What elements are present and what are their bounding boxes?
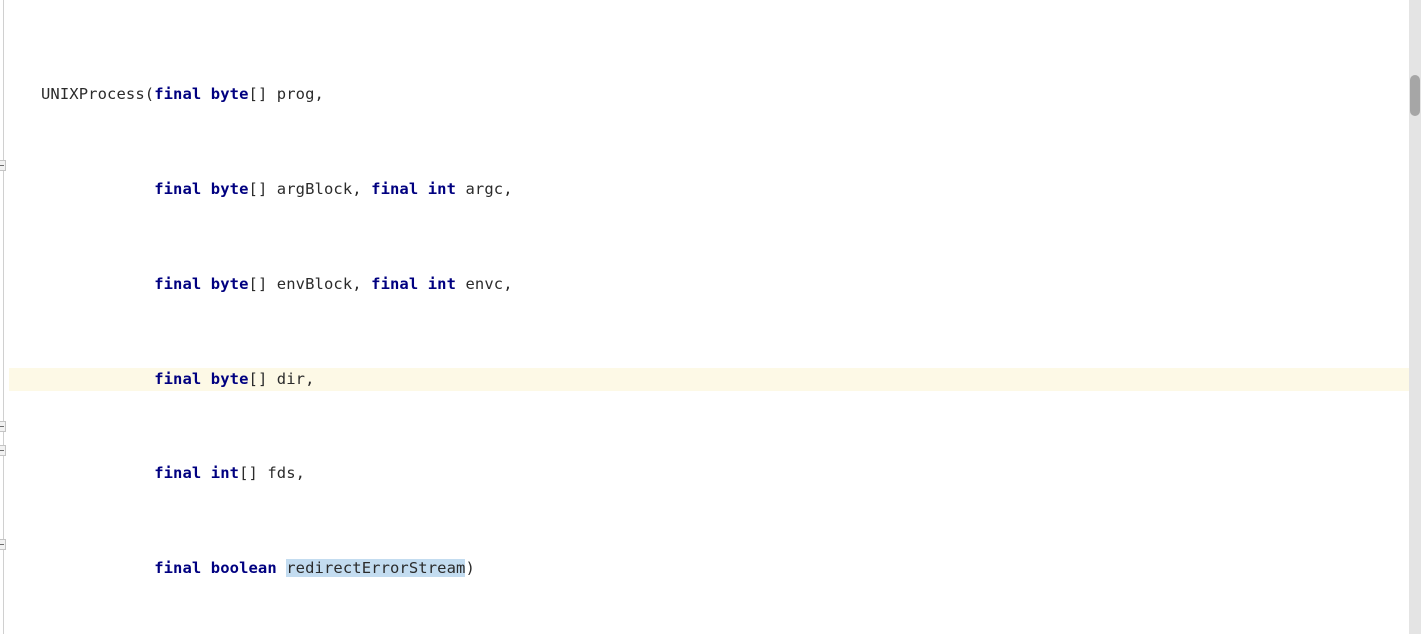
fold-marker-try-block[interactable]	[0, 420, 6, 432]
code-viewport[interactable]: UNIXProcess(final byte[] prog, final byt…	[0, 0, 1409, 634]
code-line[interactable]: UNIXProcess(final byte[] prog,	[0, 83, 626, 107]
fold-marker-catch-block[interactable]	[0, 539, 6, 551]
fold-marker-method-body[interactable]	[0, 160, 6, 172]
vertical-scrollbar-thumb[interactable]	[1410, 75, 1420, 116]
code-line[interactable]: final boolean redirectErrorStream)	[0, 557, 626, 581]
code-fold-gutter[interactable]	[0, 0, 9, 634]
code-line[interactable]: final byte[] envBlock, final int envc,	[0, 273, 626, 297]
code-line[interactable]: final byte[] argBlock, final int argc,	[0, 178, 626, 202]
code-line[interactable]: final int[] fds,	[0, 462, 626, 486]
code-line[interactable]: final byte[] dir,	[0, 368, 626, 392]
vertical-scrollbar[interactable]	[1409, 0, 1421, 634]
code-content[interactable]: UNIXProcess(final byte[] prog, final byt…	[0, 0, 626, 634]
occurrence-highlight[interactable]: redirectErrorStream	[286, 559, 466, 578]
code-editor[interactable]: UNIXProcess(final byte[] prog, final byt…	[0, 0, 1421, 634]
fold-marker-lambda-block[interactable]	[0, 444, 6, 456]
